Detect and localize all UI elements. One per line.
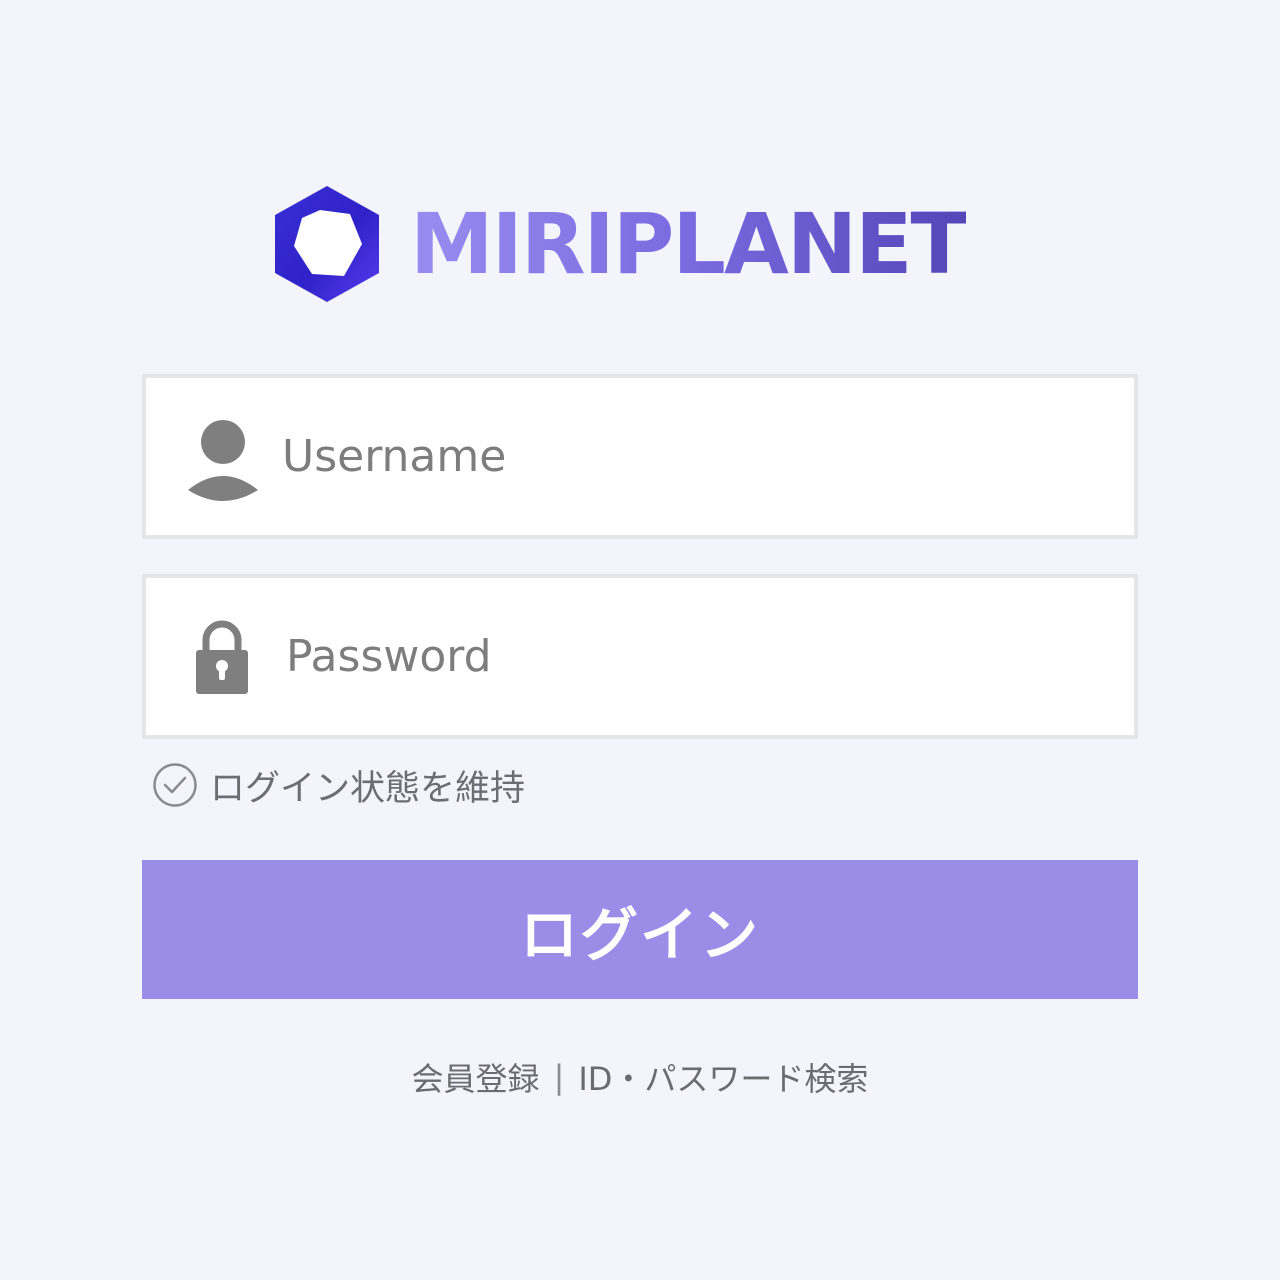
- username-input[interactable]: [282, 378, 1102, 535]
- lock-icon: [196, 620, 248, 694]
- check-circle-icon[interactable]: [152, 762, 198, 808]
- password-field[interactable]: [142, 574, 1138, 739]
- footer-links: 会員登録 | ID・パスワード検索: [0, 1052, 1280, 1102]
- brand-name: MIRIPLANET: [410, 195, 968, 293]
- remember-me-label: ログイン状態を維持: [210, 768, 526, 809]
- user-icon: [188, 420, 258, 501]
- username-field[interactable]: [142, 374, 1138, 539]
- recover-account-link[interactable]: ID・パスワード検索: [578, 1054, 868, 1100]
- hexagon-logo-icon: [275, 186, 379, 302]
- remember-me-toggle[interactable]: ログイン状態を維持: [152, 760, 525, 810]
- password-input[interactable]: [286, 578, 1106, 735]
- login-button[interactable]: ログイン: [142, 860, 1138, 999]
- brand-logo: MIRIPLANET: [272, 184, 968, 304]
- register-link[interactable]: 会員登録: [412, 1054, 540, 1100]
- footer-separator: |: [553, 1058, 565, 1096]
